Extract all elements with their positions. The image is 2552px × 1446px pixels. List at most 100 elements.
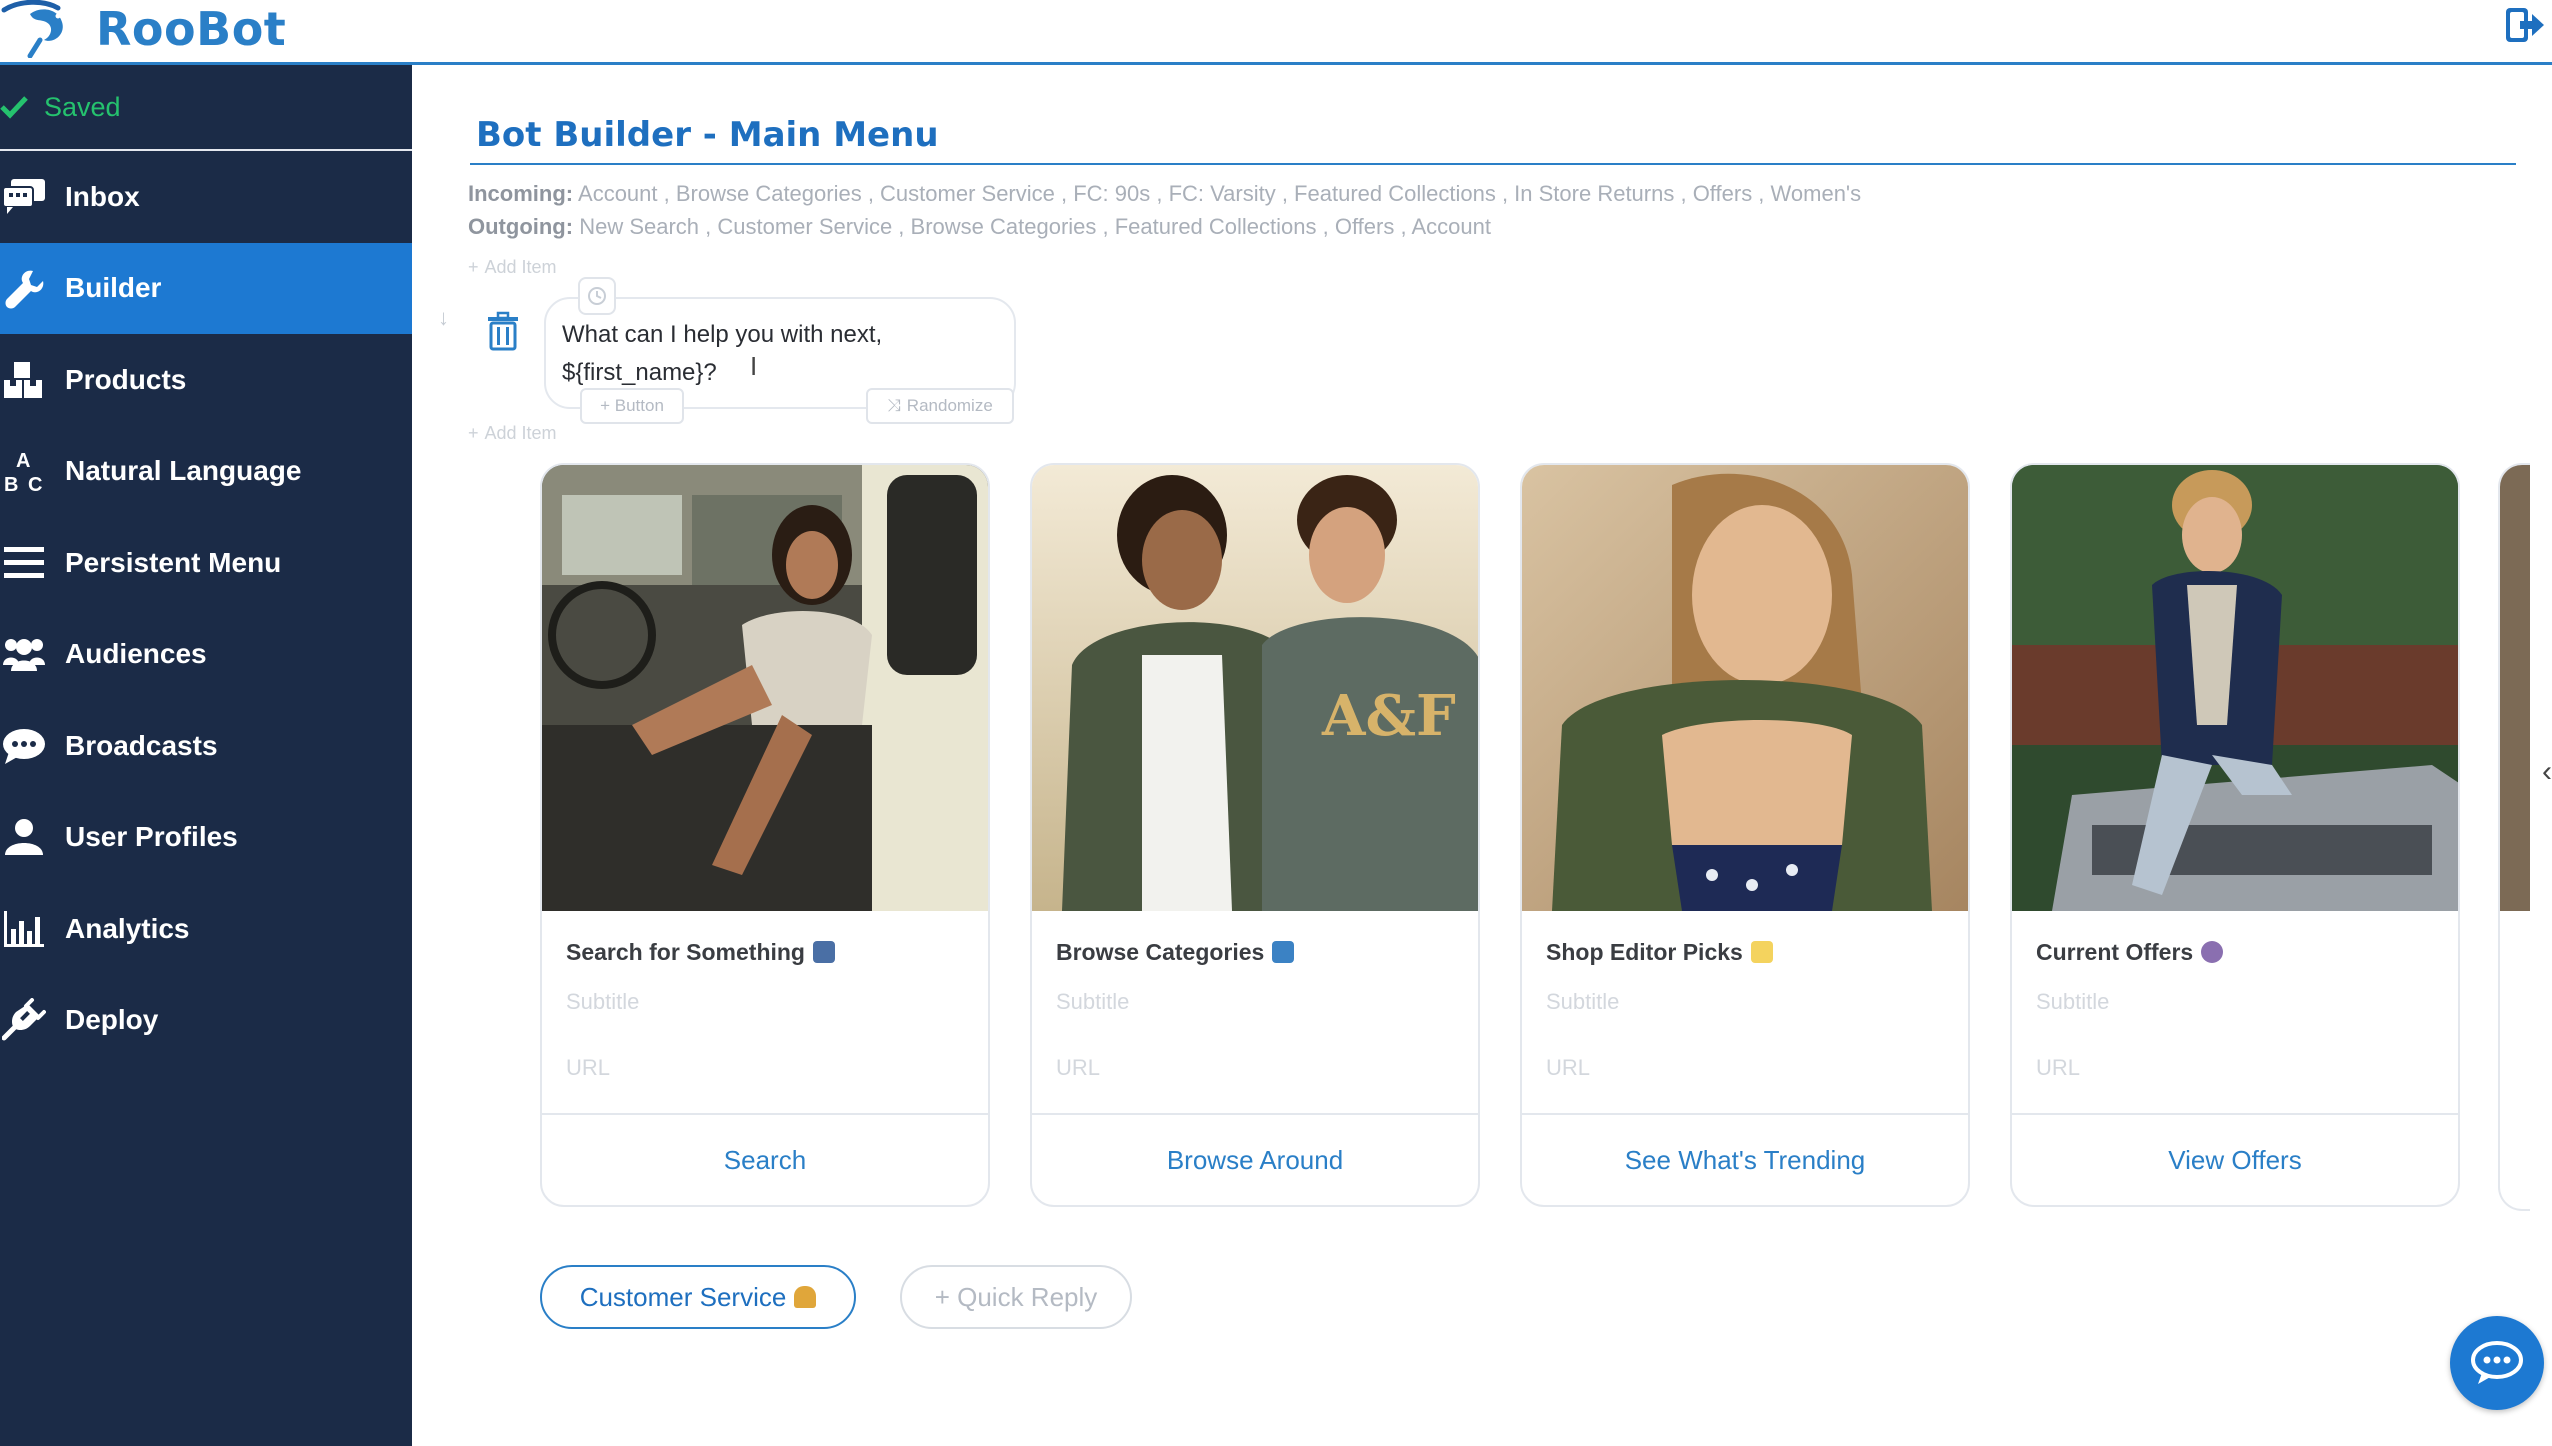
chevron-left-icon[interactable]: ‹ <box>2542 755 2552 789</box>
card-image[interactable] <box>1522 465 1968 911</box>
card-button[interactable]: See What's Trending <box>1522 1113 1968 1205</box>
sidebar-item-products[interactable]: Products <box>0 334 412 426</box>
incoming-label: Incoming: <box>468 181 574 206</box>
sidebar-item-analytics[interactable]: Analytics <box>0 883 412 975</box>
user-icon <box>0 813 48 861</box>
logout-icon[interactable] <box>2504 4 2546 46</box>
card-image[interactable] <box>542 465 988 911</box>
carousel-card[interactable]: Current Offers Subtitle URL View Offers <box>2010 463 2460 1207</box>
sidebar-item-label: Deploy <box>65 1004 159 1036</box>
sidebar-item-label: Inbox <box>65 180 140 212</box>
svg-text:A&F: A&F <box>1321 683 1456 749</box>
card-subtitle-field[interactable]: Subtitle <box>2036 989 2109 1015</box>
crystal-ball-emoji-icon <box>2201 941 2224 963</box>
top-bar: RooBot <box>0 0 2552 65</box>
card-image[interactable] <box>2012 465 2458 911</box>
sidebar-item-label: Natural Language <box>65 455 302 487</box>
card-title-text: Current Offers <box>2036 939 2194 965</box>
quick-reply-label: Customer Service <box>579 1281 787 1312</box>
shuffle-icon: ⤨ <box>887 396 901 415</box>
card-url-field[interactable]: URL <box>1056 1055 1100 1081</box>
bell-emoji-icon <box>794 1286 817 1308</box>
card-title[interactable]: Current Offers <box>2036 939 2224 966</box>
boxes-icon <box>0 356 48 404</box>
sidebar-item-label: Broadcasts <box>65 729 218 761</box>
chat-bubble-icon <box>0 722 48 770</box>
chat-widget-button[interactable] <box>2450 1316 2544 1410</box>
sidebar-item-label: Analytics <box>65 912 190 944</box>
card-title[interactable]: Browse Categories <box>1056 939 1295 966</box>
sidebar-item-label: Products <box>65 363 187 395</box>
incoming-row: Incoming: Account , Browse Categories , … <box>468 177 1861 210</box>
sidebar-item-user-profiles[interactable]: User Profiles <box>0 792 412 884</box>
users-icon <box>0 630 48 678</box>
card-image[interactable]: A&F <box>1032 465 1478 911</box>
carousel-card-partial[interactable] <box>2498 463 2530 1211</box>
sidebar-item-builder[interactable]: Builder <box>0 242 412 334</box>
randomize-button[interactable]: ⤨ Randomize <box>866 388 1014 424</box>
connections-summary: Incoming: Account , Browse Categories , … <box>468 177 1861 243</box>
card-title[interactable]: Shop Editor Picks <box>1546 939 1773 966</box>
trash-icon[interactable] <box>486 311 520 351</box>
add-item-top[interactable]: + Add Item <box>468 257 563 278</box>
sidebar-item-label: Audiences <box>65 638 207 670</box>
kangaroo-logo-icon <box>1 0 63 58</box>
add-item-label: Add Item <box>484 423 557 443</box>
menu-icon <box>0 539 48 587</box>
chat-icon <box>2471 1341 2523 1384</box>
sidebar-item-persistent-menu[interactable]: Persistent Menu <box>0 517 412 609</box>
logo-text: RooBot <box>96 2 287 56</box>
card-title[interactable]: Search for Something <box>566 939 835 966</box>
sidebar-item-deploy[interactable]: Deploy <box>0 975 412 1067</box>
outgoing-row: Outgoing: New Search , Customer Service … <box>468 210 1861 243</box>
bar-chart-icon <box>0 905 48 953</box>
sidebar: Saved Inbox Builder Products ABC Natural… <box>0 65 412 1446</box>
save-status-label: Saved <box>44 91 121 122</box>
card-image <box>2500 465 2530 911</box>
plus-icon: + <box>468 423 479 443</box>
add-item-bottom[interactable]: + Add Item <box>468 423 563 444</box>
carousel-card[interactable]: Search for Something Subtitle URL Search <box>540 463 990 1207</box>
sidebar-item-broadcasts[interactable]: Broadcasts <box>0 700 412 792</box>
card-title-text: Search for Something <box>566 939 805 965</box>
carousel-card[interactable]: A&F Browse Categories Subtitle URL Brows… <box>1030 463 1480 1207</box>
arrow-down-icon: ↓ <box>438 305 449 330</box>
card-subtitle-field[interactable]: Subtitle <box>1546 989 1619 1015</box>
quick-reply-customer-service[interactable]: Customer Service <box>540 1265 856 1329</box>
card-url-field[interactable]: URL <box>566 1055 610 1081</box>
card-button[interactable]: Browse Around <box>1032 1113 1478 1205</box>
outgoing-list[interactable]: New Search , Customer Service , Browse C… <box>579 214 1491 239</box>
star-emoji-icon <box>1750 941 1773 963</box>
save-status: Saved <box>0 65 412 151</box>
randomize-label: Randomize <box>906 396 993 415</box>
check-icon <box>0 96 28 119</box>
sidebar-item-inbox[interactable]: Inbox <box>0 151 412 243</box>
svg-text:C: C <box>28 474 42 495</box>
title-divider <box>470 163 2516 165</box>
add-button-button[interactable]: + Button <box>580 388 684 424</box>
sidebar-item-label: Persistent Menu <box>65 546 282 578</box>
clock-icon[interactable] <box>578 277 616 315</box>
svg-text:B: B <box>4 474 18 495</box>
inbox-icon <box>0 173 48 221</box>
abc-icon: ABC <box>0 447 48 495</box>
card-subtitle-field[interactable]: Subtitle <box>566 989 639 1015</box>
sidebar-item-audiences[interactable]: Audiences <box>0 609 412 701</box>
card-url-field[interactable]: URL <box>2036 1055 2080 1081</box>
sidebar-item-natural-language[interactable]: ABC Natural Language <box>0 426 412 518</box>
sidebar-item-label: User Profiles <box>65 821 238 853</box>
sidebar-item-label: Builder <box>65 272 162 304</box>
card-title-text: Shop Editor Picks <box>1546 939 1743 965</box>
incoming-list[interactable]: Account , Browse Categories , Customer S… <box>578 181 1861 206</box>
svg-text:A: A <box>16 450 30 472</box>
page-title: Bot Builder - Main Menu <box>476 115 939 155</box>
message-text[interactable]: What can I help you with next, ${first_n… <box>562 316 982 392</box>
card-button[interactable]: View Offers <box>2012 1113 2458 1205</box>
add-quick-reply-button[interactable]: + Quick Reply <box>900 1265 1132 1329</box>
card-button[interactable]: Search <box>542 1113 988 1205</box>
card-subtitle-field[interactable]: Subtitle <box>1056 989 1129 1015</box>
carousel-card[interactable]: Shop Editor Picks Subtitle URL See What'… <box>1520 463 1970 1207</box>
roobot-logo[interactable]: RooBot <box>0 0 286 58</box>
card-title-text: Browse Categories <box>1056 939 1265 965</box>
card-url-field[interactable]: URL <box>1546 1055 1590 1081</box>
